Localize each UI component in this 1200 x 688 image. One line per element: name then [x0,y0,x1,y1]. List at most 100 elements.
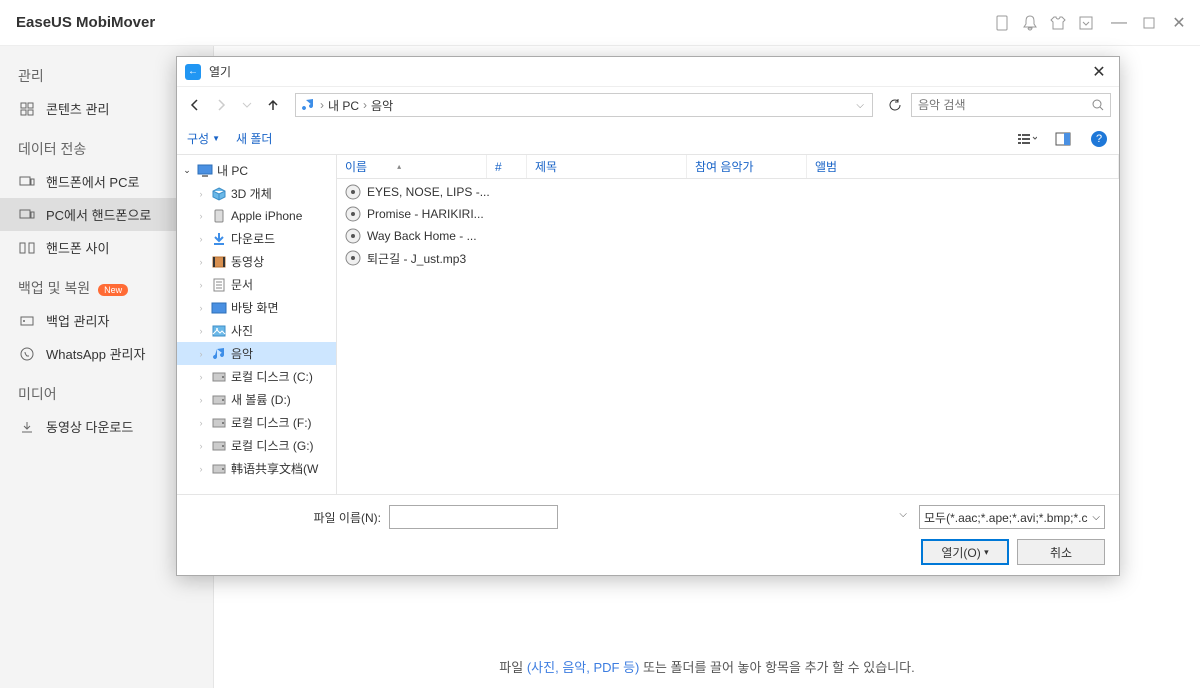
audio-file-icon [345,250,361,266]
dialog-close-button[interactable]: ✕ [1087,60,1111,84]
file-open-dialog: ← 열기 ✕ › 내 PC › 음악 ⌵ 구성 ▼ 새 폴더 ? [176,56,1120,576]
phone-icon[interactable] [994,15,1010,31]
tree-item[interactable]: › 새 볼륨 (D:) [177,388,336,411]
open-button[interactable]: 열기(O) ▾ [921,539,1009,565]
phone-to-pc-icon [18,173,36,191]
tree-item[interactable]: ›韩语共享文档(W [177,457,336,480]
search-input[interactable] [918,98,1092,112]
tree-caret-icon[interactable]: › [195,280,207,290]
tree-item-label: 로컬 디스크 (C:) [231,368,313,385]
tree-caret-icon[interactable]: › [195,441,207,451]
nav-back-button[interactable] [185,95,205,115]
column-artist[interactable]: 참여 음악가 [687,155,807,178]
new-folder-button[interactable]: 새 폴더 [236,130,272,147]
tree-item[interactable]: ›Apple iPhone [177,205,336,227]
tree-item[interactable]: ›로컬 디스크 (G:) [177,434,336,457]
filename-dropdown[interactable]: ⌵ [899,509,907,520]
tree-item[interactable]: ›로컬 디스크 (F:) [177,411,336,434]
tree-caret-icon[interactable]: › [195,211,207,221]
dialog-titlebar: ← 열기 ✕ [177,57,1119,87]
doc-icon [211,277,227,293]
breadcrumb-root[interactable]: 내 PC [328,97,359,114]
sidebar-item-label: 백업 관리자 [46,311,109,330]
shirt-icon[interactable] [1050,15,1066,31]
tree-item[interactable]: ›3D 개체 [177,182,336,205]
tree-caret-icon[interactable]: › [195,189,207,199]
cube-icon [211,186,227,202]
audio-file-icon [345,228,361,244]
search-box[interactable] [911,93,1111,117]
refresh-button[interactable] [885,95,905,115]
dropdown-icon[interactable] [1078,15,1094,31]
column-name[interactable]: 이름▴ [337,155,487,178]
tree-item[interactable]: › 사진 [177,319,336,342]
tree-caret-icon[interactable]: ⌄ [181,165,193,176]
tree-caret-icon[interactable]: › [195,395,207,405]
tree-item[interactable]: › 동영상 [177,250,336,273]
nav-recent-button[interactable] [237,95,257,115]
tree-item[interactable]: › 로컬 디스크 (C:) [177,365,336,388]
music-icon [211,346,227,362]
preview-pane-button[interactable] [1053,129,1073,149]
folder-tree[interactable]: ⌄내 PC›3D 개체›Apple iPhone›다운로드›동영상›문서›바탕 … [177,155,337,494]
file-row[interactable]: 퇴근길 - J_ust.mp3 [337,247,1119,269]
sidebar-item-label: 핸드폰 사이 [46,238,109,257]
address-dropdown[interactable]: ⌵ [856,100,864,111]
grid-icon [18,100,36,118]
cancel-button[interactable]: 취소 [1017,539,1105,565]
close-button[interactable]: ✕ [1170,14,1188,32]
tree-item[interactable]: ›바탕 화면 [177,296,336,319]
hint-bar: 파일 (사진, 음악, PDF 등) 또는 폴더를 끌어 놓아 항목을 추가 할… [214,657,1200,676]
file-row[interactable]: Promise - HARIKIRI... [337,203,1119,225]
tree-item-label: 내 PC [217,162,248,179]
breadcrumb-current[interactable]: 음악 [371,97,393,114]
tree-item-label: 사진 [231,322,253,339]
nav-up-button[interactable] [263,95,283,115]
tree-caret-icon[interactable]: › [195,326,207,336]
audio-file-icon [345,184,361,200]
file-row[interactable]: Way Back Home - ... [337,225,1119,247]
video-icon [211,254,227,270]
drive-icon [211,415,227,431]
dialog-footer: 파일 이름(N): ⌵ 모두(*.aac;*.ape;*.avi;*.bmp;*… [177,494,1119,575]
tree-caret-icon[interactable]: › [195,257,207,267]
search-icon [1092,99,1104,111]
column-title[interactable]: 제목 [527,155,687,178]
tree-item[interactable]: ›문서 [177,273,336,296]
filename-label: 파일 이름(N): [191,509,381,526]
tree-item-label: 동영상 [231,253,264,270]
tree-caret-icon[interactable]: › [195,303,207,313]
address-bar[interactable]: › 내 PC › 음악 ⌵ [295,93,873,117]
organize-button[interactable]: 구성 ▼ [187,130,220,147]
audio-file-icon [345,206,361,222]
nav-forward-button[interactable] [211,95,231,115]
file-filter-select[interactable]: 모두(*.aac;*.ape;*.avi;*.bmp;*.c⌵ [919,505,1105,529]
column-num[interactable]: # [487,155,527,178]
tree-item-label: 음악 [231,345,253,362]
tree-item[interactable]: ⌄ 내 PC [177,159,336,182]
minimize-button[interactable]: — [1110,14,1128,32]
maximize-button[interactable] [1140,14,1158,32]
file-row[interactable]: EYES, NOSE, LIPS -... [337,181,1119,203]
column-album[interactable]: 앨범 [807,155,1119,178]
dialog-nav: › 내 PC › 음악 ⌵ [177,87,1119,123]
tree-item[interactable]: ›다운로드 [177,227,336,250]
music-icon [300,97,316,113]
titlebar: EaseUS MobiMover — ✕ [0,0,1200,46]
tree-caret-icon[interactable]: › [195,372,207,382]
tree-item[interactable]: › 음악 [177,342,336,365]
dialog-app-icon: ← [185,64,201,80]
tree-caret-icon[interactable]: › [195,349,207,359]
whatsapp-icon [18,345,36,363]
help-button[interactable]: ? [1089,129,1109,149]
tree-caret-icon[interactable]: › [195,418,207,428]
filename-input[interactable] [389,505,558,529]
view-options-button[interactable] [1017,129,1037,149]
tree-item-label: 새 볼륨 (D:) [231,391,291,408]
tree-caret-icon[interactable]: › [195,234,207,244]
bell-icon[interactable] [1022,15,1038,31]
tree-caret-icon[interactable]: › [195,464,207,474]
list-header: 이름▴ # 제목 참여 음악가 앨범 [337,155,1119,179]
download-icon [211,231,227,247]
file-name: 퇴근길 - J_ust.mp3 [367,250,466,267]
